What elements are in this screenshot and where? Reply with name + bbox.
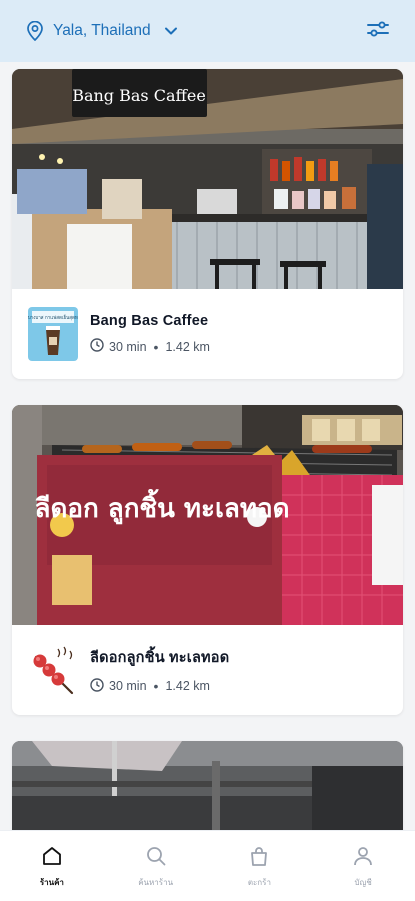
shop-thumbnail bbox=[28, 643, 78, 697]
shop-name: ลีดอกลูกชิ้น ทะเลทอด bbox=[90, 649, 230, 666]
shop-info: อยู่บางบาส กาแฟสดเย็นสุดหอม Bang Bas Caf… bbox=[12, 289, 403, 379]
search-icon bbox=[145, 845, 167, 872]
shop-sign-text: Bang Bas Caffee bbox=[72, 86, 206, 105]
tab-label: บัญชี bbox=[354, 878, 372, 887]
location-label: Yala, Thailand bbox=[53, 22, 151, 39]
tab-search[interactable]: ค้นหาร้าน bbox=[104, 831, 208, 901]
shop-eta-distance: 30 min • 1.42 km bbox=[90, 338, 210, 355]
bag-icon bbox=[248, 845, 270, 872]
tab-label: ตะกร้า bbox=[247, 878, 271, 887]
filter-button[interactable] bbox=[365, 18, 391, 44]
map-pin-icon bbox=[26, 21, 44, 41]
tab-label: ค้นหาร้าน bbox=[138, 878, 174, 887]
shop-eta-distance: 30 min • 1.42 km bbox=[90, 677, 229, 695]
separator-dot: • bbox=[153, 678, 159, 694]
tab-cart[interactable]: ตะกร้า bbox=[208, 831, 312, 901]
shop-name: Bang Bas Caffee bbox=[90, 313, 209, 329]
shop-info: ลีดอกลูกชิ้น ทะเลทอด 30 min • 1.42 km bbox=[12, 625, 403, 715]
shop-photo: ลีดอก ลูกชิ้น ทะเลทอด bbox=[12, 405, 403, 625]
tab-label: ร้านค้า bbox=[39, 878, 64, 887]
shop-photo bbox=[12, 741, 403, 831]
bottom-tab-bar: ร้านค้า ค้นหาร้าน ตะกร้า บัญชี bbox=[0, 830, 415, 901]
sliders-icon bbox=[366, 19, 390, 44]
shop-card[interactable]: ลีดอก ลูกชิ้น ทะเลทอด ลีดอกลูกชิ้น ทะเลท… bbox=[12, 405, 403, 715]
delivery-time: 30 min bbox=[109, 679, 147, 693]
location-selector[interactable]: Yala, Thailand bbox=[26, 21, 178, 41]
chevron-down-icon bbox=[164, 26, 178, 36]
distance: 1.42 km bbox=[165, 339, 210, 354]
distance: 1.42 km bbox=[165, 679, 210, 693]
tab-shops[interactable]: ร้านค้า bbox=[0, 831, 104, 901]
shop-card[interactable]: Bang Bas Caffee อยู่บางบาส กาแฟสดเย็นสุด… bbox=[12, 69, 403, 379]
shop-thumbnail: อยู่บางบาส กาแฟสดเย็นสุดหอม bbox=[28, 307, 78, 361]
delivery-time: 30 min bbox=[109, 339, 147, 354]
stall-sign-text: ลีดอก ลูกชิ้น ทะเลทอด bbox=[35, 488, 290, 525]
clock-icon bbox=[90, 338, 109, 355]
separator-dot: • bbox=[153, 338, 159, 355]
tab-account[interactable]: บัญชี bbox=[311, 831, 415, 901]
home-icon bbox=[41, 845, 63, 872]
top-bar: Yala, Thailand bbox=[0, 0, 415, 62]
clock-icon bbox=[90, 677, 109, 695]
user-icon bbox=[352, 845, 374, 872]
shop-card[interactable] bbox=[12, 741, 403, 831]
shop-photo: Bang Bas Caffee bbox=[12, 69, 403, 289]
